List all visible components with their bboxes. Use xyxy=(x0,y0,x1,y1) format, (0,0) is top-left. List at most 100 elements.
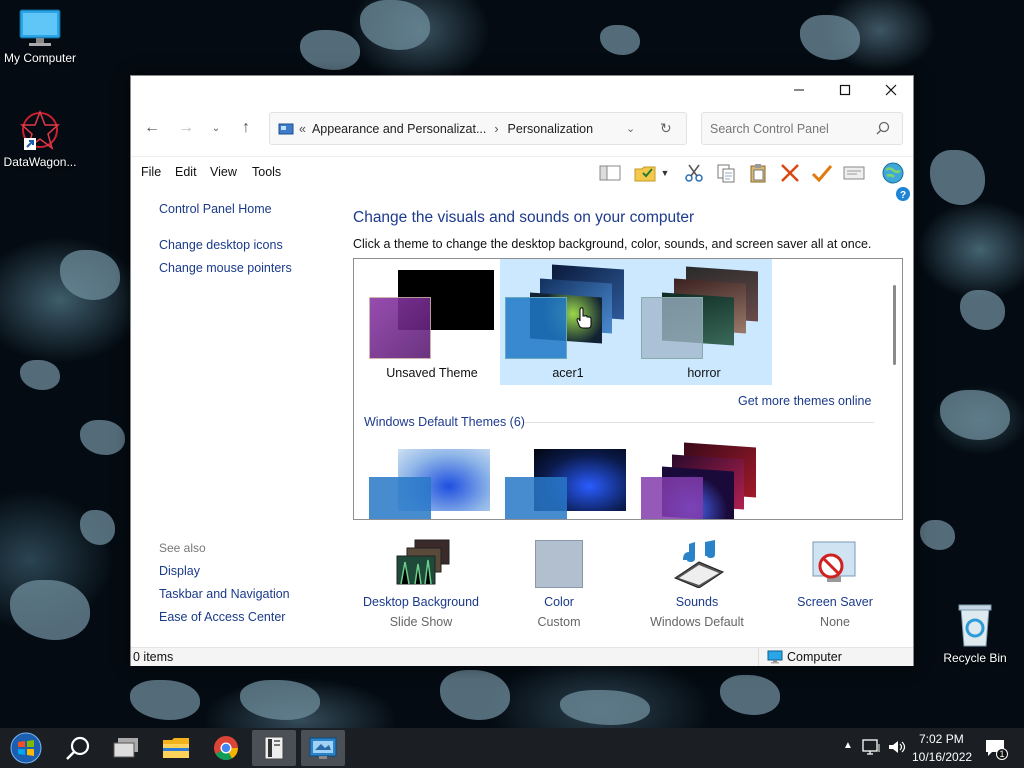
task-view-button[interactable] xyxy=(104,730,148,766)
setting-value: None xyxy=(820,615,850,629)
desktop-icon-label: Recycle Bin xyxy=(943,651,1007,665)
maximize-button[interactable] xyxy=(822,76,868,104)
theme-item-unsaved[interactable]: Unsaved Theme xyxy=(364,259,500,385)
desktop-icon-datawagon[interactable]: DataWagon... xyxy=(0,108,80,169)
globe-icon xyxy=(882,162,904,184)
display-link[interactable]: Display xyxy=(159,564,200,578)
notification-count-badge: 1 xyxy=(996,748,1008,760)
paste-button[interactable] xyxy=(746,161,770,185)
refresh-icon[interactable]: ↻ xyxy=(660,120,672,137)
caret-down-icon: ▼ xyxy=(660,168,670,178)
taskbar-navigation-link[interactable]: Taskbar and Navigation xyxy=(159,587,290,601)
control-panel-icon xyxy=(264,736,284,760)
network-icon[interactable] xyxy=(862,738,882,759)
personalization-icon xyxy=(309,737,337,759)
page-description: Click a theme to change the desktop back… xyxy=(353,237,872,251)
setting-title: Desktop Background xyxy=(362,595,480,609)
control-panel-taskbar-button[interactable] xyxy=(252,730,296,766)
theme-item-acer1[interactable]: acer1 xyxy=(500,259,636,385)
desktop-background-icon xyxy=(391,538,455,588)
theme-item-default-2[interactable] xyxy=(500,439,636,519)
minimize-button[interactable] xyxy=(776,76,822,104)
copy-button[interactable] xyxy=(714,161,738,185)
breadcrumb-prefix: « xyxy=(299,121,306,136)
show-hidden-icons-button[interactable]: ▲ xyxy=(843,740,853,751)
ease-of-access-link[interactable]: Ease of Access Center xyxy=(159,610,285,624)
computer-small-icon xyxy=(767,650,783,667)
layout-pane-button[interactable] xyxy=(598,161,622,185)
desktop-icon-my-computer[interactable]: My Computer xyxy=(0,8,80,65)
clock-date[interactable]: 10/16/2022 xyxy=(912,750,972,764)
select-folder-button[interactable] xyxy=(633,161,657,185)
theme-item-horror[interactable]: horror xyxy=(636,259,772,385)
search-input[interactable]: Search Control Panel xyxy=(710,122,829,136)
properties-button[interactable] xyxy=(842,161,866,185)
theme-label: Unsaved Theme xyxy=(386,366,478,380)
copy-icon xyxy=(717,164,735,183)
recycle-bin-icon xyxy=(955,602,995,648)
layout-icon xyxy=(599,165,621,181)
theme-label: acer1 xyxy=(552,366,584,380)
clock-time[interactable]: 7:02 PM xyxy=(919,732,964,746)
change-mouse-pointers-link[interactable]: Change mouse pointers xyxy=(159,261,292,275)
taskbar: ▲ 7:02 PM 10/16/2022 1 xyxy=(0,728,1024,768)
select-dropdown-button[interactable]: ▼ xyxy=(658,161,672,185)
delete-button[interactable] xyxy=(778,161,802,185)
address-dropdown-icon[interactable]: ⌄ xyxy=(626,122,635,135)
volume-icon[interactable] xyxy=(887,738,907,759)
globe-button[interactable] xyxy=(881,161,905,185)
menu-view[interactable]: View xyxy=(210,165,237,179)
theme-item-default-1[interactable] xyxy=(364,439,500,519)
chrome-icon xyxy=(214,736,238,761)
search-icon xyxy=(66,736,90,760)
start-button[interactable] xyxy=(4,730,48,766)
personalization-taskbar-button[interactable] xyxy=(301,730,345,766)
desktop-icon-label: DataWagon... xyxy=(3,155,77,169)
up-button[interactable]: ↑ xyxy=(233,117,259,139)
back-button[interactable]: ← xyxy=(139,117,165,139)
item-count: 0 items xyxy=(133,650,174,664)
menu-tools[interactable]: Tools xyxy=(252,165,281,179)
scissors-icon xyxy=(685,164,703,182)
breadcrumb-separator[interactable]: › xyxy=(494,122,498,136)
theme-item-default-3[interactable] xyxy=(636,439,772,519)
apply-button[interactable] xyxy=(810,161,834,185)
desktop-icon-recycle-bin[interactable]: Recycle Bin xyxy=(935,602,1015,665)
checkmark-icon xyxy=(811,165,833,183)
control-panel-home-link[interactable]: Control Panel Home xyxy=(159,202,272,216)
monitor-icon xyxy=(18,8,62,48)
svg-text:?: ? xyxy=(900,190,906,201)
cut-button[interactable] xyxy=(682,161,706,185)
title-bar xyxy=(131,76,913,104)
chevron-down-icon: ⌄ xyxy=(211,122,221,134)
search-box[interactable]: Search Control Panel xyxy=(701,112,903,145)
page-title: Change the visuals and sounds on your co… xyxy=(353,209,695,226)
paste-icon xyxy=(750,164,766,183)
chrome-button[interactable] xyxy=(204,730,248,766)
menu-file[interactable]: File xyxy=(141,165,161,179)
left-navigation-pane: Control Panel Home Change desktop icons … xyxy=(131,186,343,646)
setting-title: Screen Saver xyxy=(797,595,873,609)
search-icon xyxy=(876,121,890,138)
hand-cursor-icon xyxy=(576,307,592,332)
change-desktop-icons-link[interactable]: Change desktop icons xyxy=(159,238,283,252)
delete-x-icon xyxy=(781,164,799,182)
menu-edit[interactable]: Edit xyxy=(175,165,197,179)
screen-saver-icon xyxy=(809,538,859,588)
breadcrumb-parent[interactable]: Appearance and Personalizat... xyxy=(312,122,486,136)
group-divider xyxy=(524,422,874,423)
setting-value: Slide Show xyxy=(389,615,453,629)
recent-locations-button[interactable]: ⌄ xyxy=(203,117,229,139)
personalization-window: ← → ⌄ ↑ « Appearance and Personalizat...… xyxy=(130,75,914,666)
forward-button[interactable]: → xyxy=(173,117,199,139)
taskbar-search-button[interactable] xyxy=(56,730,100,766)
theme-list-scrollbar[interactable] xyxy=(893,285,896,365)
help-button[interactable]: ? xyxy=(895,186,911,202)
address-bar[interactable]: « Appearance and Personalizat... › Perso… xyxy=(269,112,687,145)
setting-value: Custom xyxy=(537,615,581,629)
file-explorer-icon xyxy=(163,738,189,758)
get-more-themes-link[interactable]: Get more themes online xyxy=(738,394,871,408)
file-explorer-button[interactable] xyxy=(154,730,198,766)
close-button[interactable] xyxy=(868,76,914,104)
breadcrumb-current[interactable]: Personalization xyxy=(508,122,593,136)
